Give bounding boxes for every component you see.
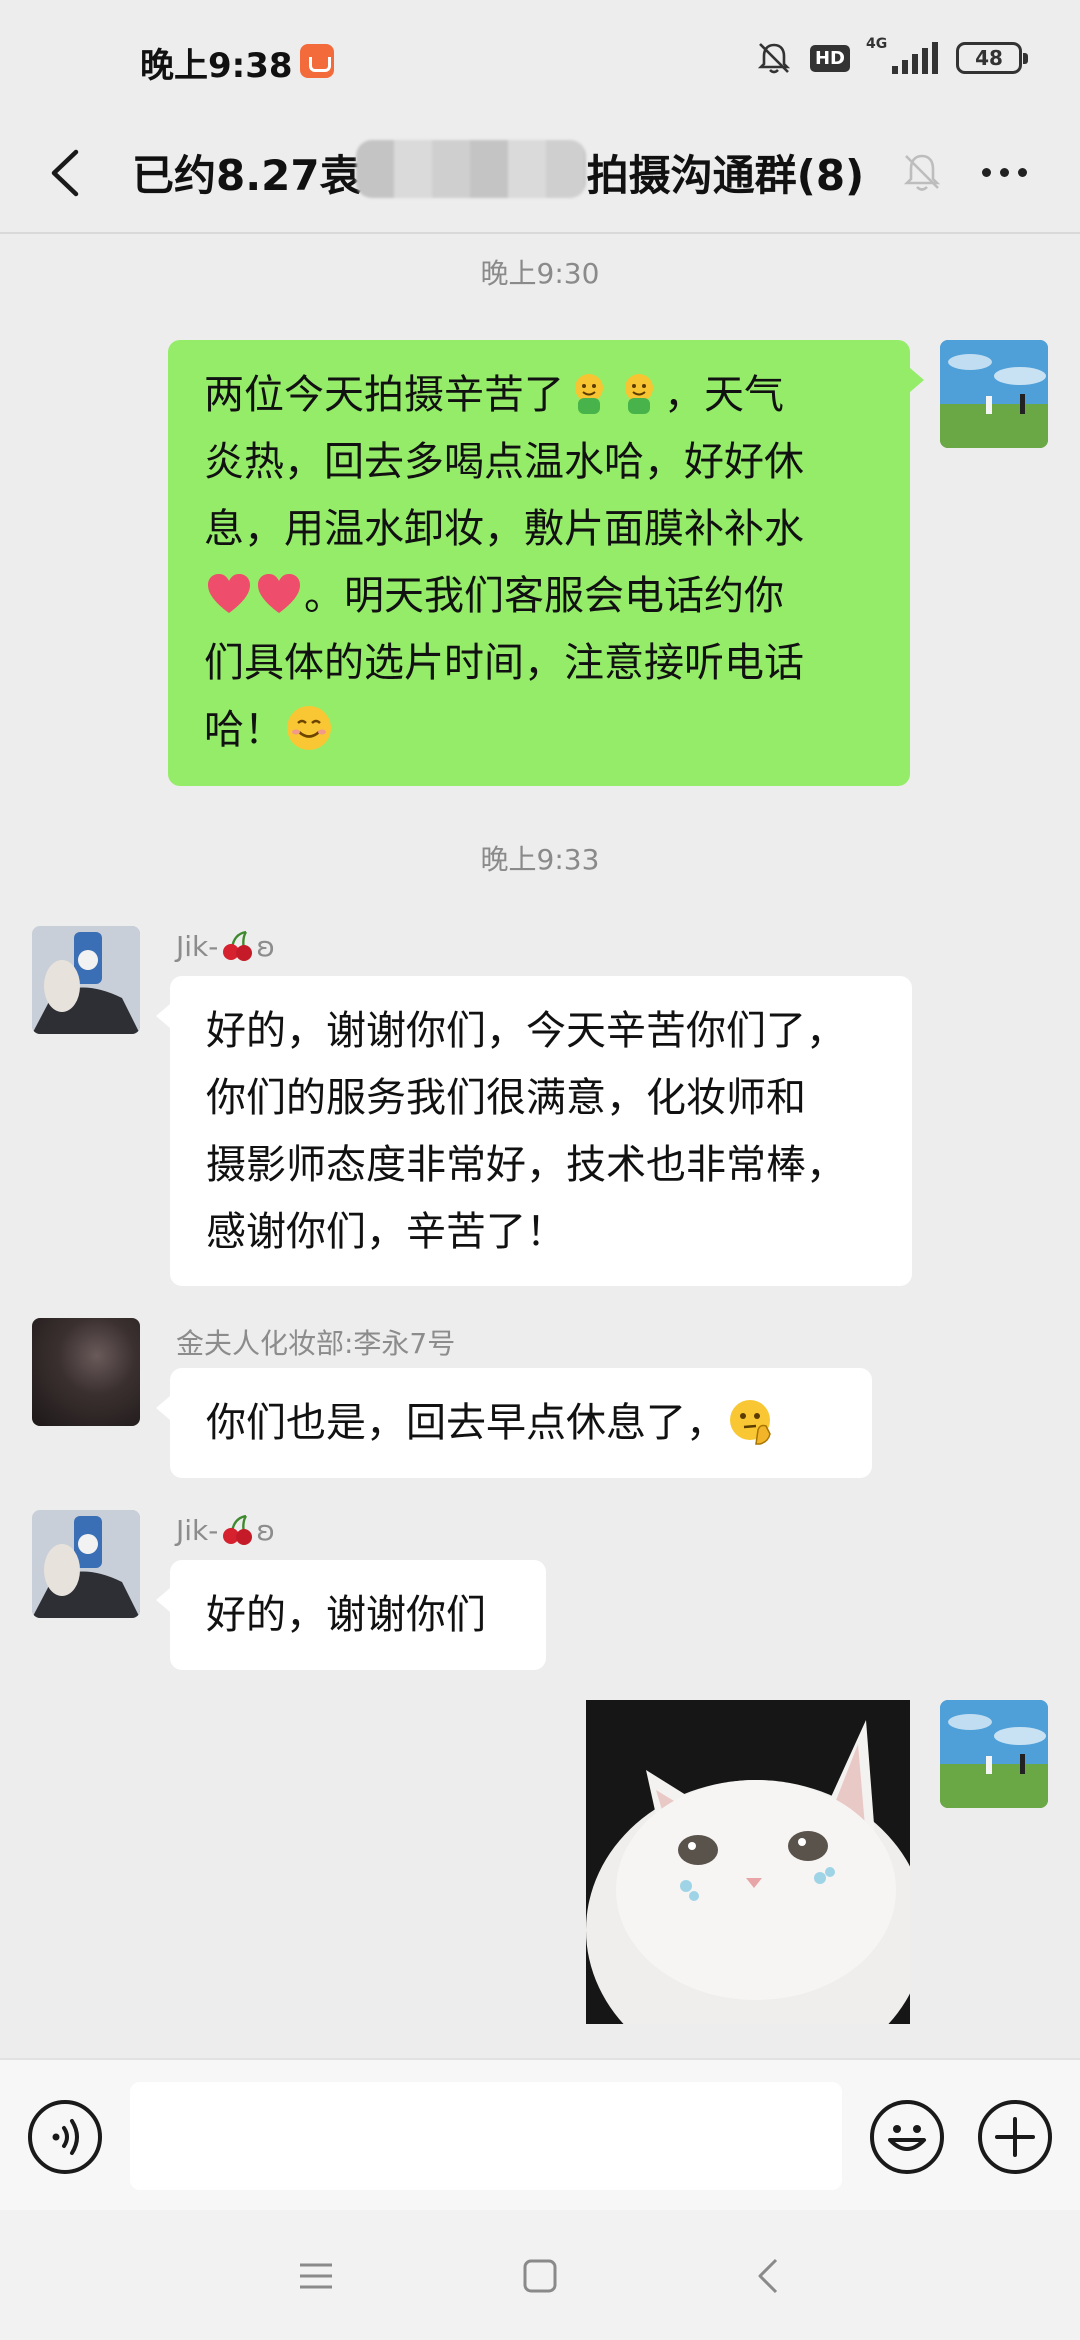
more-functions-button[interactable] — [978, 2100, 1052, 2174]
heart-emoji-icon — [258, 574, 300, 613]
timestamp: 晚上9:33 — [480, 843, 600, 876]
message-bubble-incoming[interactable]: 好的，谢谢你们，今天辛苦你们了， 你们的服务我们很满意，化妆师和 摄影师态度非常… — [156, 976, 912, 1286]
network-type: 4G — [866, 36, 888, 52]
thinking-emoji-icon — [730, 1400, 771, 1445]
crying-cat-image — [586, 1700, 910, 2024]
mute-bell-icon — [757, 43, 791, 74]
message-line: 哈！ — [204, 697, 874, 764]
avatar-image — [940, 1700, 1048, 1808]
cherry-emoji-icon — [223, 930, 253, 961]
heart-emoji-icon — [208, 574, 250, 613]
emoji-button[interactable] — [870, 2100, 944, 2174]
cherry-emoji-icon — [223, 1514, 253, 1545]
status-icons: HD 4G 48 — [756, 36, 1028, 76]
message-text: 好的，谢谢你们 — [206, 1592, 486, 1638]
chat-header: 已约8.27袁 拍摄沟通群(8) — [0, 120, 1080, 232]
menu-button[interactable] — [286, 2246, 346, 2306]
message-line: 好的，谢谢你们，今天辛苦你们了， — [206, 1008, 846, 1054]
status-bar: 晚上9:38 HD 4G 48 — [0, 0, 1080, 120]
message-line: 感谢你们，辛苦了！ — [206, 1209, 566, 1255]
smile-emoji-icon — [287, 706, 331, 750]
more-button[interactable] — [972, 144, 1036, 200]
message-line: 两位今天拍摄辛苦了 ，天气 — [204, 362, 874, 429]
chat-title-suffix: 拍摄沟通群(8) — [586, 151, 865, 200]
back-button[interactable] — [30, 138, 100, 208]
back-arrow-icon — [51, 149, 79, 197]
avatar-image — [32, 926, 140, 1034]
message-line: 你们的服务我们很满意，化妆师和 — [206, 1075, 806, 1121]
battery-level: 48 — [975, 46, 1003, 70]
voice-button[interactable] — [28, 2100, 102, 2174]
message-line: 。明天我们客服会电话约你 — [204, 563, 874, 630]
message-line: 炎热，回去多喝点温水哈，好好休 — [204, 439, 804, 485]
message-line: 息，用温水卸妆，敷片面膜补补水 — [204, 506, 804, 552]
more-icon — [981, 167, 991, 177]
timestamp: 晚上9:30 — [480, 257, 600, 290]
home-icon — [523, 2259, 557, 2293]
input-bar — [0, 2058, 1080, 2210]
signal-icon: 4G — [866, 36, 938, 74]
redacted-name — [356, 140, 586, 198]
battery-icon: 48 — [956, 42, 1028, 74]
plus-icon — [995, 2117, 1035, 2157]
nav-back-button[interactable] — [738, 2246, 798, 2306]
avatar-self[interactable] — [940, 340, 1048, 448]
muted-notification-icon — [903, 154, 941, 191]
hd-badge: HD — [809, 44, 850, 72]
avatar-self[interactable] — [940, 1700, 1048, 1808]
shopping-app-icon — [300, 44, 334, 78]
message-text: 你们也是，回去早点休息了， — [206, 1400, 726, 1446]
hug-emoji-icon — [575, 374, 603, 414]
status-time: 晚上9:38 — [140, 46, 293, 86]
message-input[interactable] — [130, 2082, 842, 2190]
chat-title-prefix: 已约8.27袁 — [132, 151, 362, 200]
cat-sticker-image[interactable] — [586, 1700, 910, 2024]
avatar-makeup-artist[interactable] — [32, 1318, 140, 1426]
menu-icon — [300, 2263, 332, 2289]
hug-emoji-icon — [625, 374, 653, 414]
sender-name: Jik-ʚ — [176, 930, 275, 963]
header-divider — [0, 232, 1080, 234]
system-nav-bar — [0, 2210, 1080, 2340]
sender-name: Jik-ʚ — [176, 1514, 275, 1547]
message-line: 们具体的选片时间，注意接听电话 — [204, 640, 804, 686]
avatar-jik[interactable] — [32, 926, 140, 1034]
message-bubble-incoming[interactable]: 好的，谢谢你们 — [156, 1560, 546, 1670]
emoji-icon — [888, 2125, 926, 2151]
avatar-jik[interactable] — [32, 1510, 140, 1618]
avatar-image — [32, 1510, 140, 1618]
nav-back-icon — [758, 2258, 778, 2294]
message-bubble-incoming[interactable]: 你们也是，回去早点休息了， — [156, 1368, 872, 1478]
avatar-image — [940, 340, 1048, 448]
home-button[interactable] — [510, 2246, 570, 2306]
message-bubble-outgoing[interactable]: 两位今天拍摄辛苦了 ，天气 炎热，回去多喝点温水哈，好好休 息，用温水卸妆，敷片面… — [168, 340, 924, 786]
voice-icon — [52, 2119, 79, 2155]
message-line: 摄影师态度非常好，技术也非常棒， — [206, 1142, 846, 1188]
sender-name: 金夫人化妆部:李永7号 — [176, 1327, 456, 1360]
